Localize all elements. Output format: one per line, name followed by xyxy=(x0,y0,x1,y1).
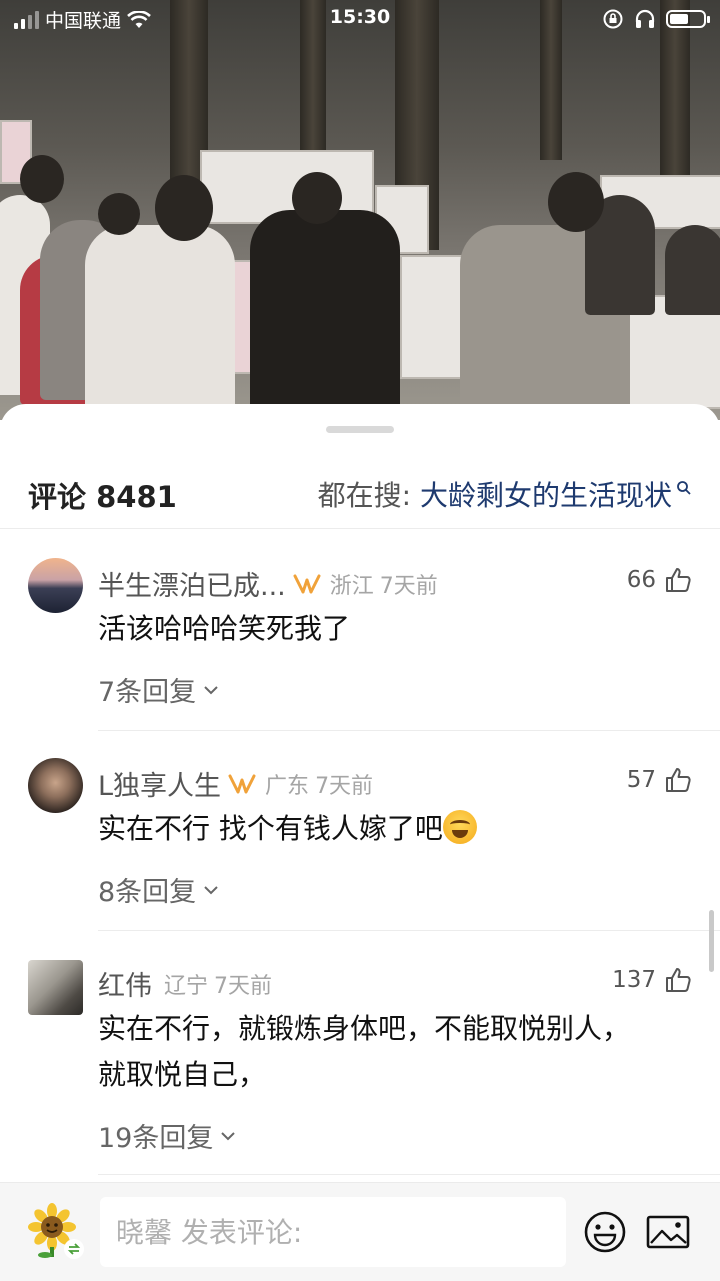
sheet-drag-handle[interactable] xyxy=(326,426,394,433)
search-icon xyxy=(677,481,691,495)
avatar[interactable] xyxy=(28,558,83,613)
trending-search[interactable]: 都在搜: 大龄剩女的生活现状 xyxy=(318,474,692,514)
replies-label: 19条回复 xyxy=(98,1123,214,1154)
comment-text: 实在不行，就锻炼身体吧，不能取悦别人， 就取悦自己， xyxy=(98,1006,698,1098)
comment-divider xyxy=(98,1174,720,1175)
trending-search-prefix: 都在搜: xyxy=(317,479,420,512)
comment-composer-bar xyxy=(0,1182,720,1281)
like-icon xyxy=(666,968,691,992)
battery-icon xyxy=(666,10,710,28)
like-icon xyxy=(666,568,691,592)
header-divider xyxy=(0,528,720,529)
headphones-icon xyxy=(635,9,655,28)
like-count: 137 xyxy=(612,967,656,993)
view-replies-button[interactable]: 8条回复 xyxy=(98,870,220,909)
user-avatar-sunflower-icon[interactable] xyxy=(28,1203,86,1261)
comments-sheet: 评论 8481 都在搜: 大龄剩女的生活现状 半生漂泊已成... 浙江 7天前 … xyxy=(0,404,720,1280)
like-button[interactable]: 137 xyxy=(612,966,692,994)
status-right-icons xyxy=(602,8,710,30)
comment-input[interactable] xyxy=(100,1197,572,1267)
comment-count: 评论 8481 xyxy=(28,480,177,514)
comment-location: 浙江 xyxy=(329,573,374,599)
chevron-down-icon xyxy=(221,1131,236,1140)
comments-header: 评论 8481 都在搜: 大龄剩女的生活现状 xyxy=(0,466,720,526)
like-count: 66 xyxy=(626,567,656,593)
scrollbar[interactable] xyxy=(709,910,714,972)
comment-text: 实在不行 找个有钱人嫁了吧 xyxy=(98,806,698,852)
comment-location: 广东 xyxy=(265,773,310,799)
avatar[interactable] xyxy=(28,960,83,1015)
comment-text-content: 实在不行 找个有钱人嫁了吧 xyxy=(98,812,443,845)
emoji-icon[interactable] xyxy=(582,1209,628,1255)
comment-author[interactable]: 红伟 xyxy=(98,964,152,1003)
comment-location: 辽宁 xyxy=(164,973,209,999)
laughing-crying-emoji-icon xyxy=(442,810,477,844)
comment-divider xyxy=(98,930,720,931)
trending-search-keyword[interactable]: 大龄剩女的生活现状 xyxy=(420,479,672,512)
view-replies-button[interactable]: 7条回复 xyxy=(98,670,220,709)
like-button[interactable]: 57 xyxy=(627,766,692,794)
comment-item: L独享人生 广东 7天前 57 实在不行 找个有钱人嫁了吧 8条回复 xyxy=(0,758,720,928)
like-count: 57 xyxy=(626,767,656,793)
replies-label: 7条回复 xyxy=(98,677,197,708)
view-replies-button[interactable]: 19条回复 xyxy=(98,1116,237,1155)
vip-icon xyxy=(228,774,256,793)
avatar[interactable] xyxy=(28,758,83,813)
comment-text-line: 就取悦自己， xyxy=(98,1058,267,1091)
comment-item: 红伟 辽宁 7天前 137 实在不行，就锻炼身体吧，不能取悦别人， 就取悦自己，… xyxy=(0,958,720,1178)
comment-time: 7天前 xyxy=(214,973,273,999)
rotation-lock-icon xyxy=(603,9,623,29)
image-icon[interactable] xyxy=(644,1209,692,1255)
like-icon xyxy=(666,768,691,792)
comment-item: 半生漂泊已成... 浙江 7天前 66 活该哈哈哈笑死我了 7条回复 xyxy=(0,558,720,728)
comment-divider xyxy=(98,730,720,731)
comment-input-box[interactable] xyxy=(100,1197,572,1267)
comment-author[interactable]: 半生漂泊已成... xyxy=(98,564,286,603)
chevron-down-icon xyxy=(204,885,218,894)
video-background-photo[interactable] xyxy=(0,0,720,420)
comment-text-line: 实在不行，就锻炼身体吧，不能取悦别人， xyxy=(98,1012,631,1045)
vip-icon xyxy=(293,574,321,593)
like-button[interactable]: 66 xyxy=(627,566,692,594)
replies-label: 8条回复 xyxy=(98,877,197,908)
chevron-down-icon xyxy=(204,685,218,694)
comment-text: 活该哈哈哈笑死我了 xyxy=(98,612,351,645)
status-bar: 中国联通 15:30 xyxy=(0,0,720,38)
comment-author[interactable]: L独享人生 xyxy=(98,764,221,803)
comment-time: 7天前 xyxy=(315,773,374,799)
comment-time: 7天前 xyxy=(379,573,438,599)
